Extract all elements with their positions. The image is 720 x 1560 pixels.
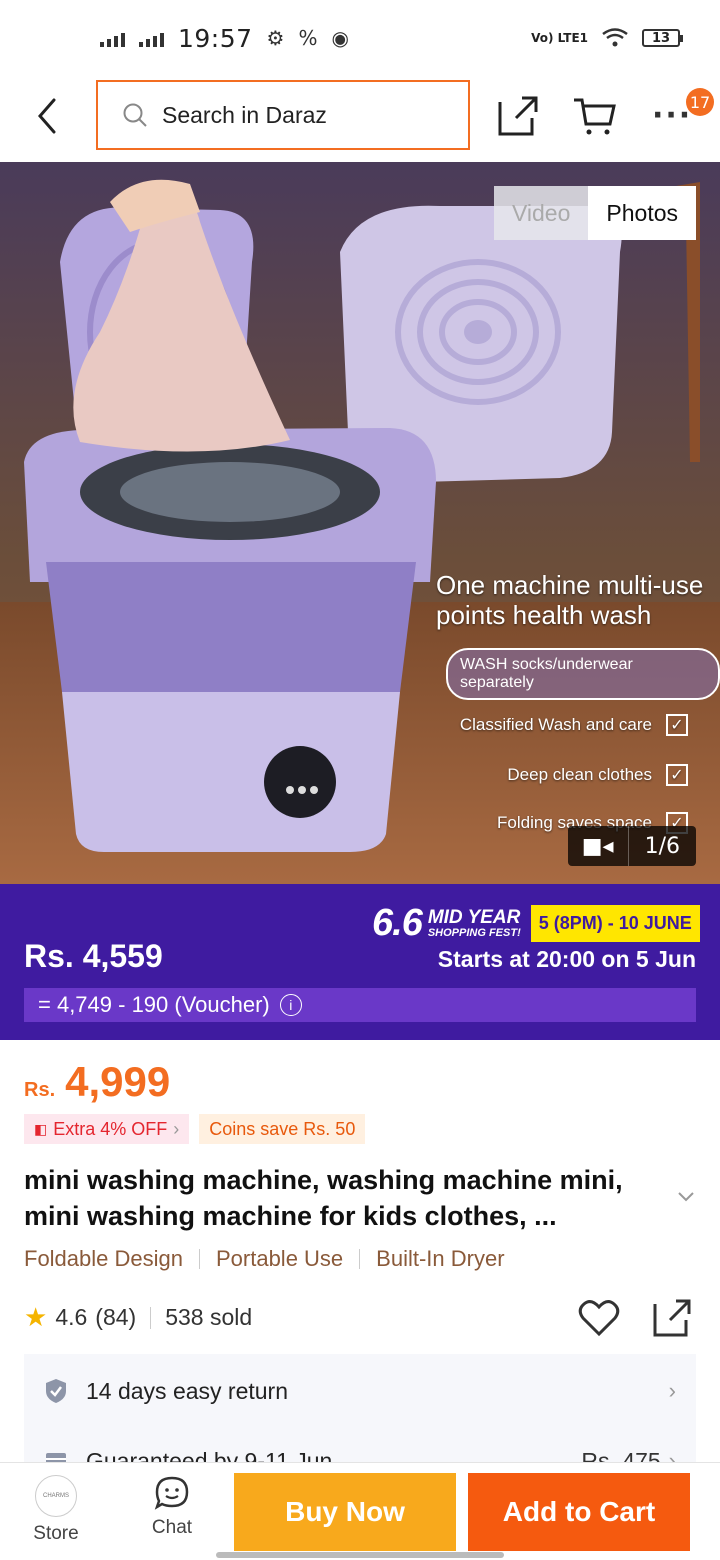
wifi-icon (602, 28, 628, 47)
tab-photos[interactable]: Photos (588, 186, 696, 240)
coins-tag[interactable]: Coins save Rs. 50 (199, 1114, 366, 1144)
buy-now-button[interactable]: Buy Now (234, 1473, 456, 1551)
product-title: mini washing machine, washing machine mi… (24, 1165, 623, 1231)
current-price: Rs. 4,999 (24, 1058, 170, 1106)
search-icon (123, 103, 147, 127)
rating-value: 4.6 (55, 1304, 88, 1330)
home-indicator[interactable] (216, 1552, 504, 1558)
image-count: 1/6 (644, 833, 680, 859)
price-amount: 4,999 (65, 1058, 171, 1105)
extra-off-tag[interactable]: ◧ Extra 4% OFF › (24, 1114, 190, 1144)
highlight-item: Portable Use (215, 1246, 344, 1271)
sold-count: 538 sold (165, 1304, 253, 1330)
video-camera-icon[interactable]: ■◂ (568, 826, 629, 866)
fest-subtitle: SHOPPING FEST! (427, 926, 521, 939)
store-logo-icon: CHARMS (35, 1475, 77, 1517)
promo-tags: ◧ Extra 4% OFF › Coins save Rs. 50 (24, 1114, 366, 1144)
highlight-item: Foldable Design (24, 1246, 183, 1271)
signal-icon (100, 29, 125, 47)
status-bar: 19:57 ⚙ % ◉ Vo) LTE1 13 (0, 0, 720, 76)
voucher-calculation[interactable]: = 4,749 - 190 (Voucher) i (24, 988, 696, 1022)
chat-icon (154, 1476, 189, 1510)
cart-icon[interactable] (572, 96, 618, 138)
status-right: Vo) LTE1 13 (531, 28, 683, 48)
divider (198, 1249, 200, 1269)
chat-button[interactable]: Chat (132, 1475, 212, 1539)
volte-icon: Vo) LTE1 (531, 31, 588, 45)
delivery-row[interactable]: Guaranteed by 9-11 Jun Rs. 475 › (24, 1426, 696, 1464)
wishlist-heart-icon[interactable] (578, 1298, 620, 1338)
record-icon: ◉ (331, 26, 349, 50)
search-input[interactable]: Search in Daraz (96, 80, 470, 150)
store-label: Store (33, 1523, 79, 1544)
add-to-cart-button[interactable]: Add to Cart (468, 1473, 690, 1551)
chevron-right-icon: › (668, 1378, 676, 1403)
voucher-text: = 4,749 - 190 (Voucher) (38, 992, 270, 1017)
image-feature: Classified Wash and care ✓ (460, 714, 688, 736)
status-time: 19:57 (178, 23, 253, 53)
price-currency: Rs. (24, 1079, 56, 1101)
percent-icon: % (298, 26, 318, 50)
signal-icon-2 (139, 29, 164, 47)
divider (150, 1306, 152, 1329)
back-arrow-icon[interactable] (30, 94, 66, 138)
info-icon[interactable]: i (279, 994, 302, 1016)
service-panel: 14 days easy return › Guaranteed by 9-11… (24, 1354, 696, 1464)
store-button[interactable]: CHARMS Store (16, 1475, 96, 1545)
campaign-price: Rs. 4,559 (24, 938, 163, 974)
extra-off-label: Extra 4% OFF (53, 1118, 168, 1139)
fest-title: MID YEAR SHOPPING FEST! (427, 906, 521, 939)
campaign-start-time: Starts at 20:00 on 5 Jun (437, 946, 696, 972)
fest-title-main: MID YEAR (427, 906, 521, 928)
row-right: › (669, 1378, 676, 1404)
share-icon[interactable] (496, 94, 540, 138)
status-left: 19:57 ⚙ % ◉ (100, 24, 349, 53)
image-feature: Deep clean clothes ✓ (507, 764, 688, 786)
check-icon: ✓ (666, 714, 688, 736)
return-policy-label: 14 days easy return (86, 1377, 289, 1404)
tab-video[interactable]: Video (493, 186, 589, 240)
product-highlights: Foldable Design Portable Use Built-In Dr… (24, 1246, 505, 1272)
campaign-banner: 6.6 MID YEAR SHOPPING FEST! 5 (8PM) - 10 … (0, 884, 720, 1040)
feature-label: Deep clean clothes (507, 765, 652, 784)
divider (359, 1249, 361, 1269)
review-count: (84) (95, 1304, 137, 1330)
media-toggle: Video Photos (493, 186, 696, 240)
search-placeholder: Search in Daraz (162, 101, 327, 128)
voucher-icon: ◧ (34, 1120, 48, 1137)
chat-label: Chat (151, 1517, 193, 1538)
star-icon: ★ (24, 1302, 48, 1332)
notification-badge: 17 (686, 88, 714, 116)
check-icon: ✓ (666, 764, 688, 786)
share-icon[interactable] (652, 1298, 692, 1338)
fest-dates: 5 (8PM) - 10 JUNE (530, 905, 700, 942)
campaign-logo: 6.6 MID YEAR SHOPPING FEST! 5 (8PM) - 10 … (372, 902, 700, 945)
top-header: Search in Daraz ··· 17 (0, 76, 720, 162)
product-image-gallery[interactable]: Video Photos One machine multi-use point… (0, 162, 720, 884)
fest-number: 6.6 (372, 902, 423, 944)
image-pill: WASH socks/underwear separately (446, 648, 720, 700)
bottom-action-bar: CHARMS Store Chat Buy Now Add to Cart (0, 1462, 720, 1560)
shield-check-icon (46, 1379, 66, 1403)
highlight-item: Built-In Dryer (376, 1246, 505, 1271)
rating-row[interactable]: ★ 4.6 (84) 538 sold (24, 1302, 252, 1333)
chevron-right-icon: › (173, 1118, 180, 1139)
battery-icon: 13 (642, 29, 683, 47)
settings-icon: ⚙ (266, 26, 285, 50)
image-counter: ■◂ 1/6 (567, 826, 696, 866)
return-policy-row[interactable]: 14 days easy return › (24, 1356, 696, 1426)
chevron-down-icon[interactable] (676, 1186, 696, 1206)
image-headline: One machine multi-use points health wash (436, 570, 704, 630)
feature-label: Classified Wash and care (459, 715, 652, 734)
